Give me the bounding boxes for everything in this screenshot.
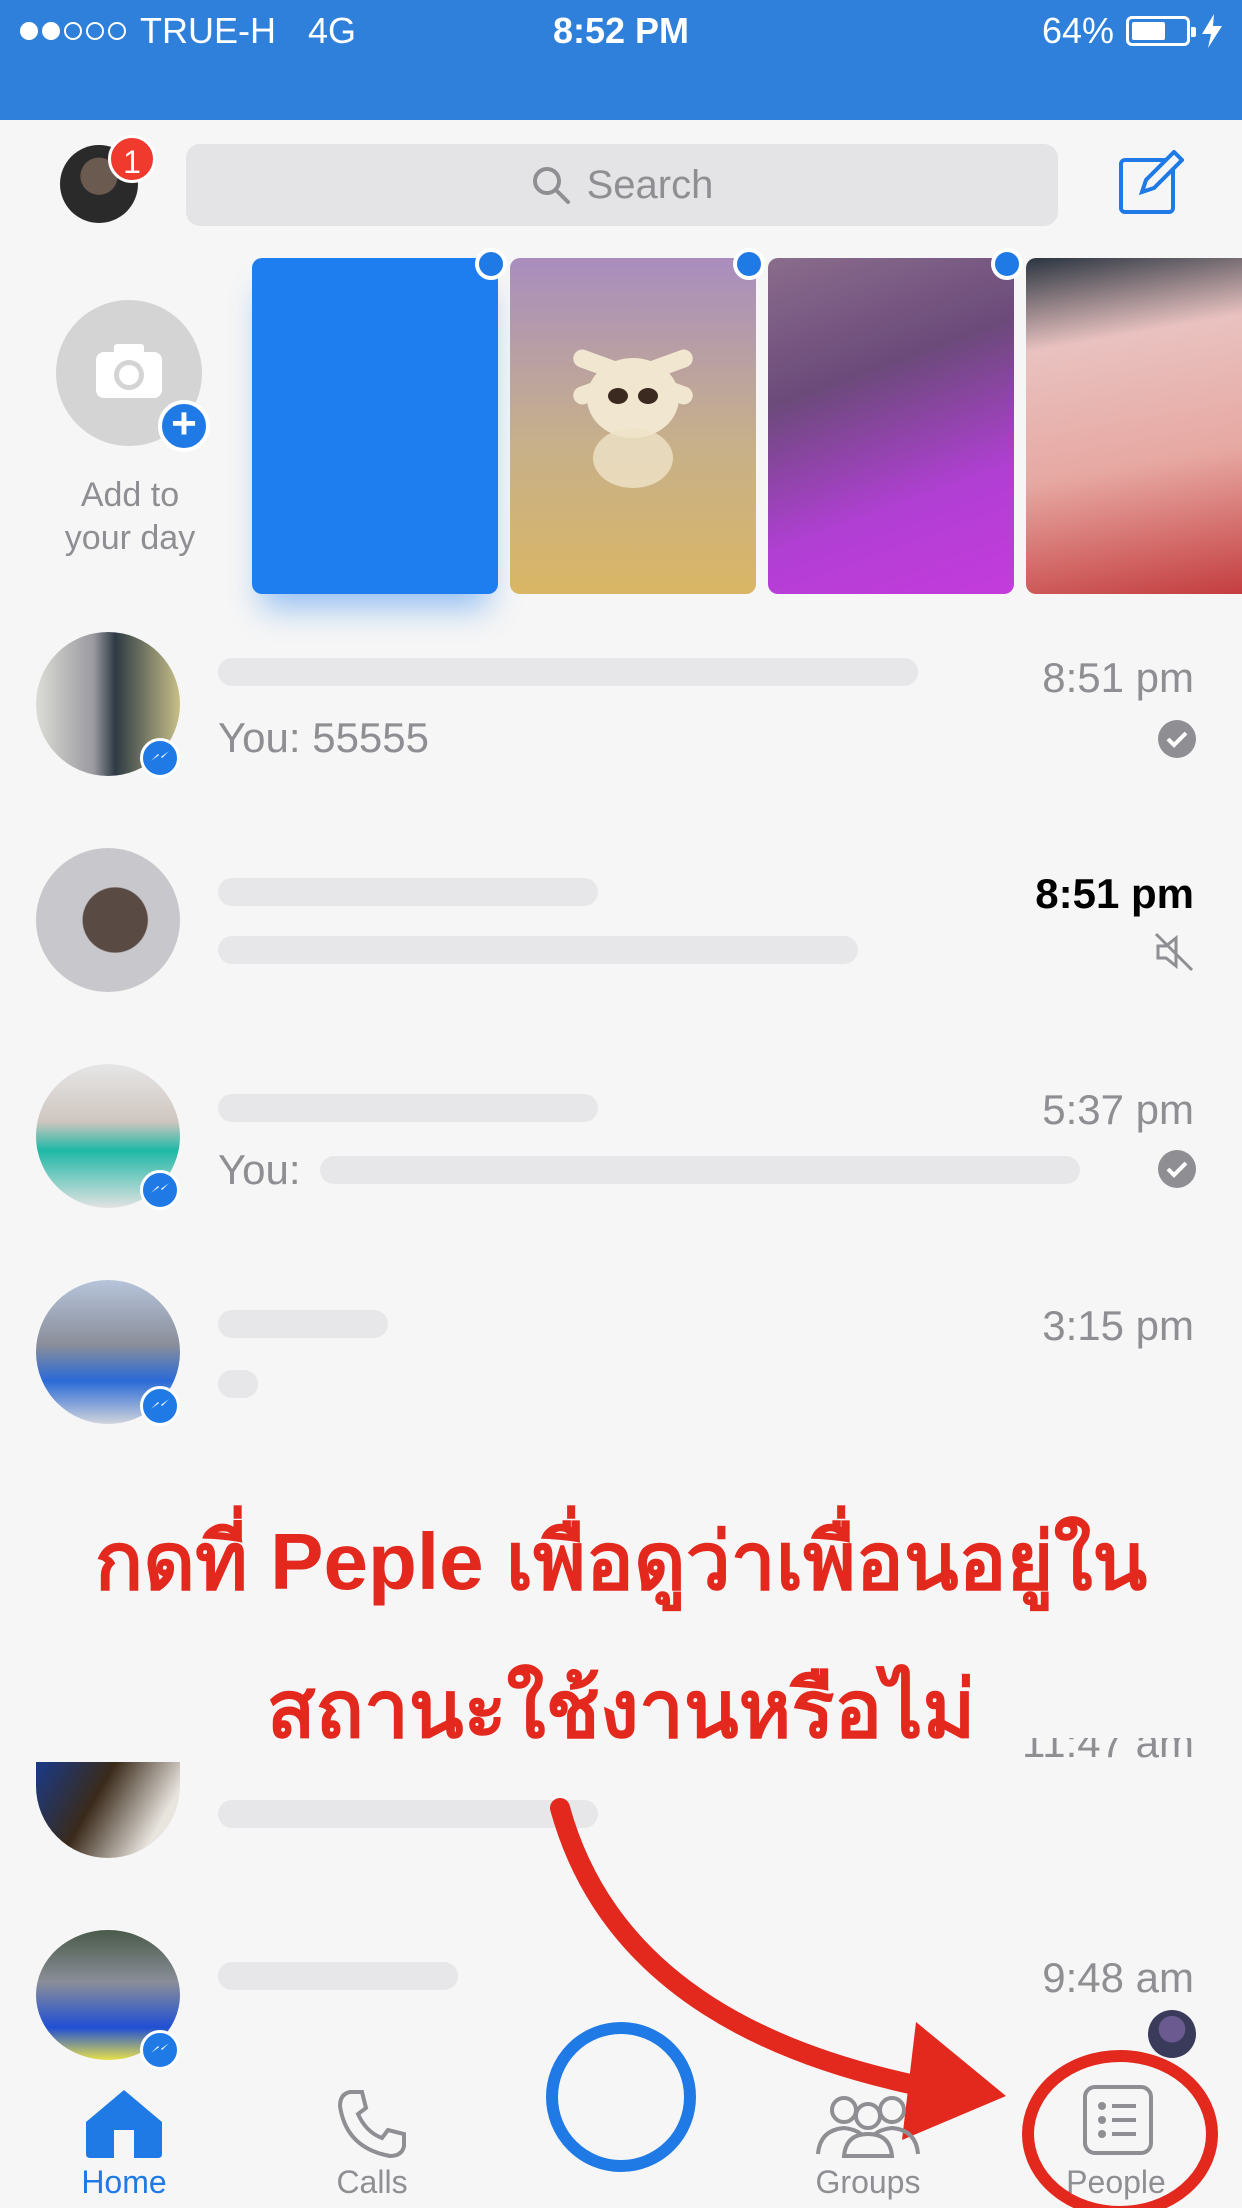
camera-button[interactable] [546, 2022, 696, 2172]
tab-calls[interactable]: Calls [272, 2034, 472, 2208]
groups-icon [816, 2096, 920, 2158]
home-icon [86, 2090, 162, 2158]
annotation-circle [1022, 2050, 1218, 2208]
phone-icon [337, 2090, 406, 2159]
tab-groups[interactable]: Groups [768, 2034, 968, 2208]
tab-home-label: Home [81, 2164, 167, 2200]
tab-groups-label: Groups [815, 2164, 921, 2200]
tab-calls-label: Calls [336, 2164, 408, 2200]
tab-home[interactable]: Home [24, 2034, 224, 2208]
annotation-arrow [550, 1798, 1006, 2140]
